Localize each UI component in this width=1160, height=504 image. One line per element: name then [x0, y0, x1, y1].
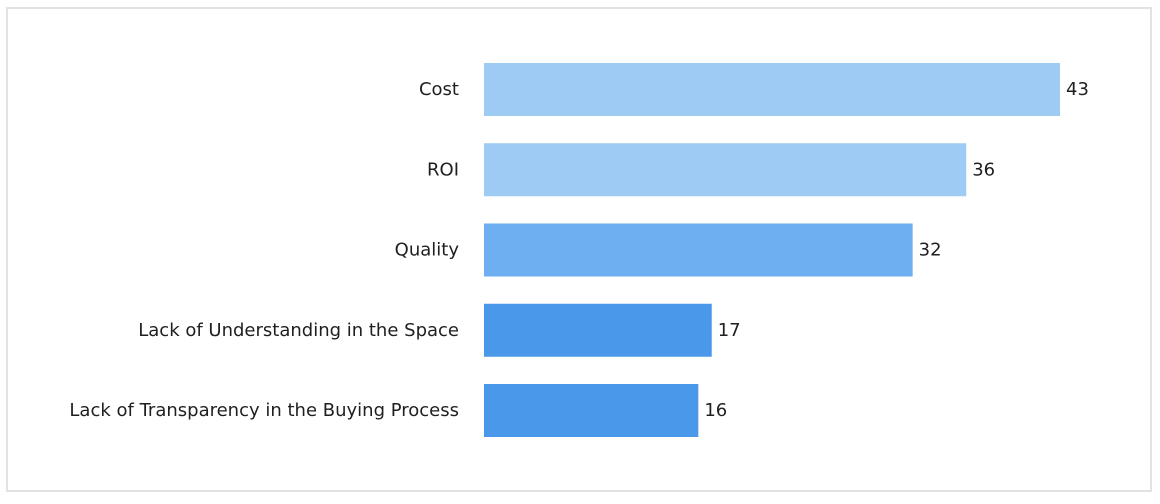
value-label-1: 36 — [972, 159, 995, 180]
bar-3 — [484, 303, 712, 357]
category-label-0: Cost — [419, 79, 459, 100]
value-label-0: 43 — [1066, 79, 1089, 100]
category-label-2: Quality — [395, 240, 460, 261]
category-label-4: Lack of Transparency in the Buying Proce… — [69, 400, 459, 421]
bar-2 — [484, 223, 913, 277]
value-label-4: 16 — [704, 400, 727, 421]
bar-0 — [484, 63, 1060, 116]
value-label-2: 32 — [919, 240, 942, 261]
bar-4 — [484, 384, 699, 437]
bar-chart: Cost 43 ROI 36 Quality 32 Lack of Understandin… — [69, 63, 1089, 437]
value-label-3: 17 — [718, 320, 741, 341]
category-label-3: Lack of Understanding in the Space — [138, 320, 459, 341]
bar-1 — [484, 143, 967, 197]
category-label-1: ROI — [427, 159, 459, 180]
